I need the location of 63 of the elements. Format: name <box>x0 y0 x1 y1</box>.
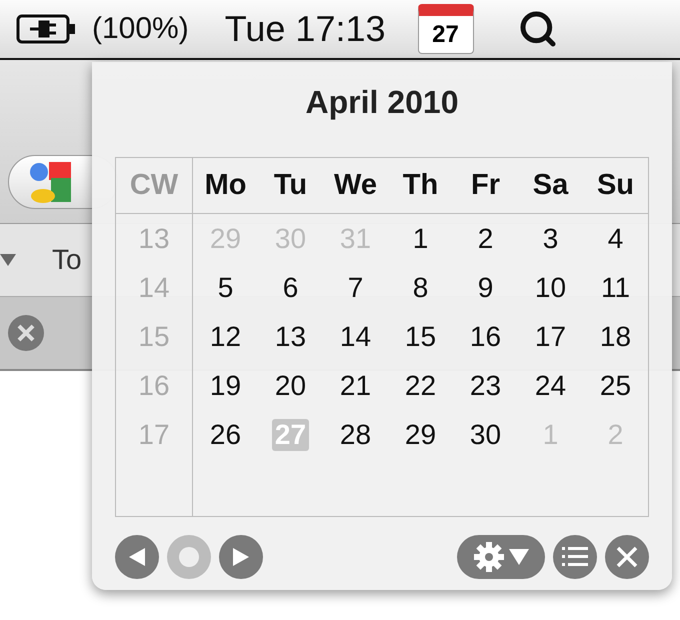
calendar-day[interactable]: 16 <box>466 320 504 352</box>
calendar-day[interactable]: 21 <box>336 370 374 402</box>
week-number: 15 <box>116 312 193 361</box>
week-column-header: CW <box>116 158 193 214</box>
battery-plug-icon[interactable] <box>16 14 78 44</box>
calendar-day[interactable]: 18 <box>596 320 634 352</box>
weekday-header: Th <box>388 158 453 214</box>
calendar-day[interactable]: 9 <box>474 272 496 304</box>
previous-button[interactable] <box>115 535 159 579</box>
calendar-day[interactable]: 28 <box>336 418 374 450</box>
calendar-day[interactable]: 12 <box>206 320 244 352</box>
calendar-day[interactable]: 24 <box>532 370 570 402</box>
weekday-header: We <box>323 158 388 214</box>
calendar-day[interactable]: 15 <box>402 320 440 352</box>
calendar-day[interactable]: 7 <box>344 272 366 304</box>
gear-icon <box>473 541 505 573</box>
week-number: 13 <box>116 214 193 263</box>
calendar-menu-button[interactable]: 27 <box>418 4 474 54</box>
circle-icon <box>179 547 199 567</box>
week-number: 16 <box>116 361 193 410</box>
calendar-day[interactable]: 1 <box>410 222 432 254</box>
weekday-header: Mo <box>193 158 258 214</box>
caret-icon <box>509 549 529 565</box>
calendar-day[interactable]: 6 <box>280 272 302 304</box>
weekday-header: Tu <box>258 158 323 214</box>
left-triangle-icon <box>127 546 147 568</box>
bookmark-link[interactable]: To <box>52 244 82 276</box>
weekday-header: Fr <box>453 158 518 214</box>
weekday-header: Sa <box>518 158 583 214</box>
right-triangle-icon <box>231 546 251 568</box>
list-button[interactable] <box>553 535 597 579</box>
calendar-day[interactable]: 22 <box>402 370 440 402</box>
calendar-day[interactable]: 4 <box>604 222 626 254</box>
calendar-day[interactable]: 8 <box>410 272 432 304</box>
calendar-day[interactable]: 2 <box>474 222 496 254</box>
month-title: April 2010 <box>306 84 458 121</box>
settings-button[interactable] <box>457 535 545 579</box>
next-button[interactable] <box>219 535 263 579</box>
calendar-day[interactable]: 30 <box>466 418 504 450</box>
close-tab-icon[interactable] <box>8 315 44 351</box>
menu-clock[interactable]: Tue 17:13 <box>224 8 386 50</box>
calendar-day[interactable]: 19 <box>206 370 244 402</box>
calendar-day[interactable]: 23 <box>466 370 504 402</box>
calendar-day[interactable]: 29 <box>402 418 440 450</box>
caret-icon[interactable] <box>0 254 16 266</box>
close-button[interactable] <box>605 535 649 579</box>
calendar-day[interactable]: 3 <box>540 222 562 254</box>
list-icon <box>562 546 588 568</box>
calendar-day[interactable]: 13 <box>272 320 310 352</box>
calendar-day[interactable]: 26 <box>206 418 244 450</box>
close-icon <box>616 546 638 568</box>
calendar-day[interactable]: 17 <box>532 320 570 352</box>
battery-percentage: (100%) <box>92 12 189 46</box>
weekday-header: Su <box>583 158 648 214</box>
calendar-day[interactable]: 25 <box>596 370 634 402</box>
search-icon[interactable] <box>518 9 558 49</box>
week-number: 17 <box>116 410 193 459</box>
calendar-day[interactable]: 5 <box>214 272 236 304</box>
calendar-day[interactable]: 11 <box>598 272 634 304</box>
calendar-day[interactable]: 20 <box>272 370 310 402</box>
calendar-day[interactable]: 10 <box>532 272 570 304</box>
week-number: 14 <box>116 263 193 312</box>
calendar-day[interactable]: 14 <box>336 320 374 352</box>
